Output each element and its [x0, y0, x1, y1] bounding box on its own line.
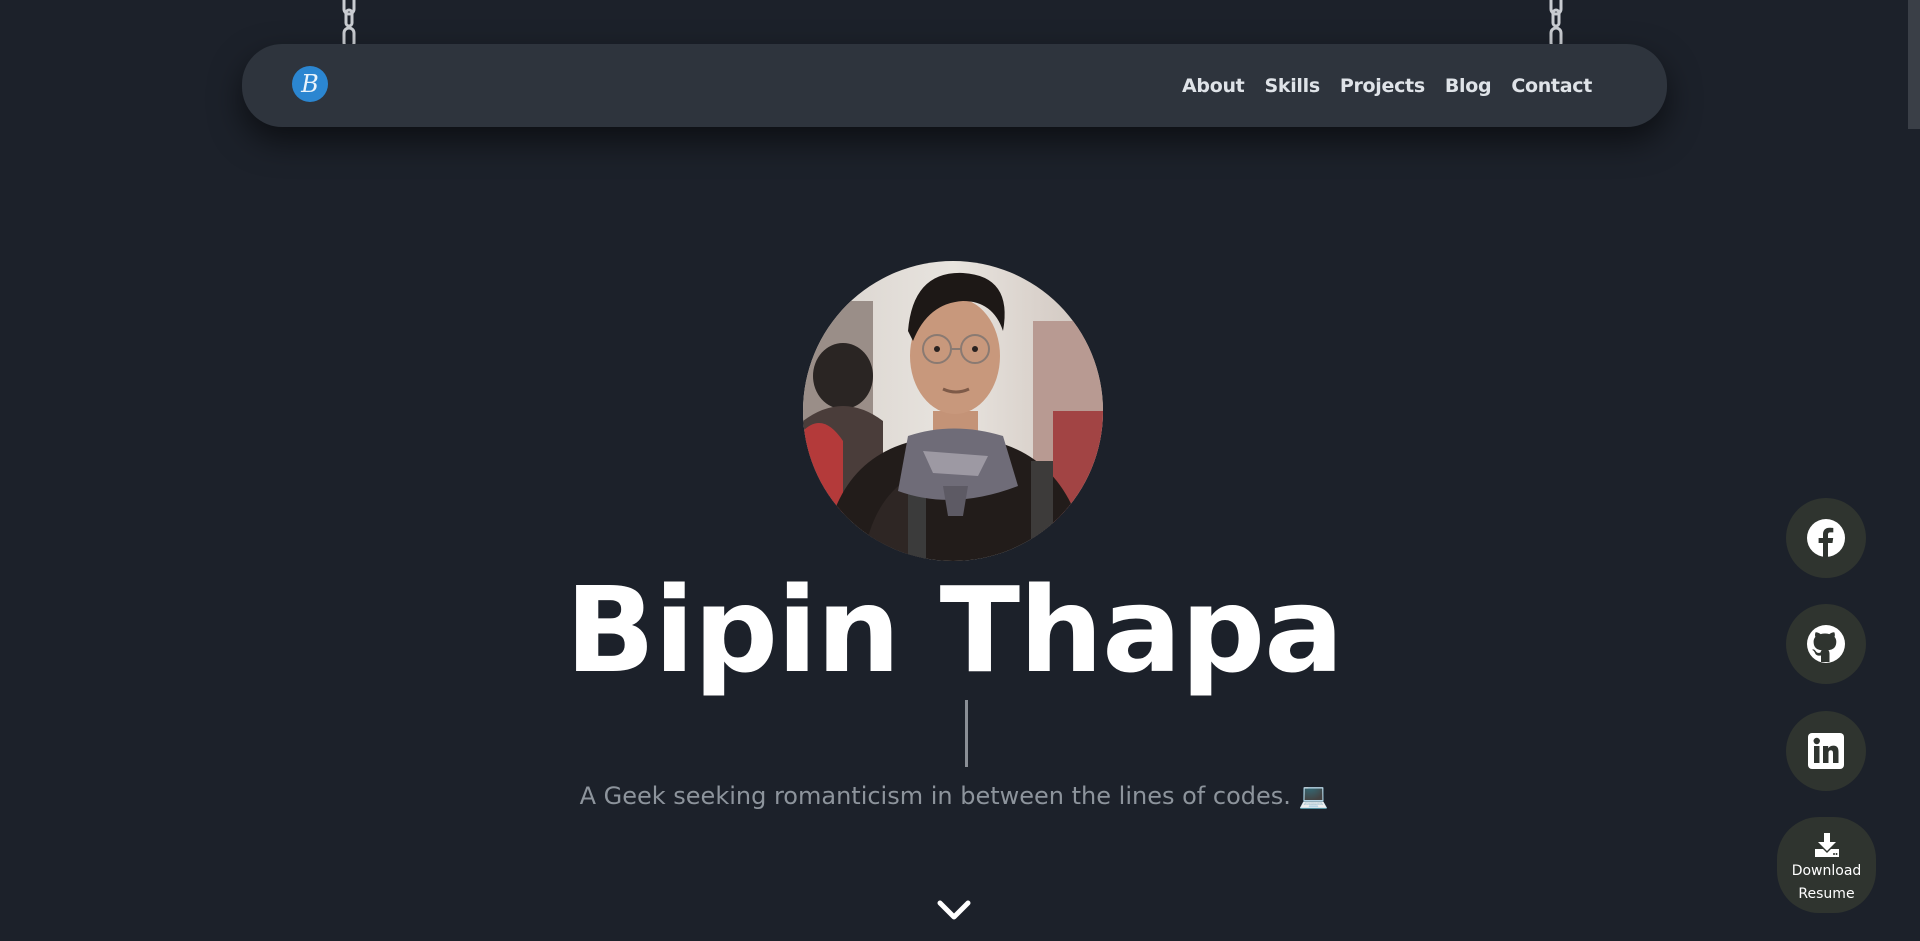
facebook-icon: [1807, 519, 1845, 557]
chain-decoration-right: [1549, 0, 1563, 46]
typing-cursor: [965, 700, 968, 767]
hero-tagline: A Geek seeking romanticism in between th…: [579, 782, 1329, 810]
nav-link-skills[interactable]: Skills: [1264, 75, 1320, 97]
portfolio-page: B About Skills Projects Blog Contact Bip…: [0, 0, 1920, 941]
linkedin-icon: [1808, 733, 1844, 769]
scrollbar-thumb[interactable]: [1908, 0, 1920, 129]
nav-link-blog[interactable]: Blog: [1445, 75, 1492, 97]
chevron-down-icon[interactable]: [935, 895, 973, 925]
profile-photo: [803, 261, 1103, 561]
download-icon: [1814, 833, 1839, 857]
resume-label-line1: Download: [1791, 863, 1862, 879]
chain-decoration-left: [342, 0, 356, 46]
nav-link-about[interactable]: About: [1182, 75, 1245, 97]
hero-name: Bipin Thapa: [565, 561, 1344, 699]
download-resume-button[interactable]: Download Resume: [1777, 817, 1876, 913]
github-button[interactable]: [1786, 604, 1866, 684]
logo[interactable]: B: [292, 66, 328, 102]
nav-links: About Skills Projects Blog Contact: [1182, 44, 1592, 127]
navbar: B About Skills Projects Blog Contact: [242, 44, 1667, 127]
resume-label-line2: Resume: [1798, 886, 1855, 902]
nav-link-projects[interactable]: Projects: [1340, 75, 1425, 97]
profile-avatar: [803, 261, 1103, 561]
github-icon: [1807, 625, 1845, 663]
scrollbar-track[interactable]: [1908, 0, 1920, 941]
linkedin-button[interactable]: [1786, 711, 1866, 791]
nav-link-contact[interactable]: Contact: [1511, 75, 1592, 97]
facebook-button[interactable]: [1786, 498, 1866, 578]
